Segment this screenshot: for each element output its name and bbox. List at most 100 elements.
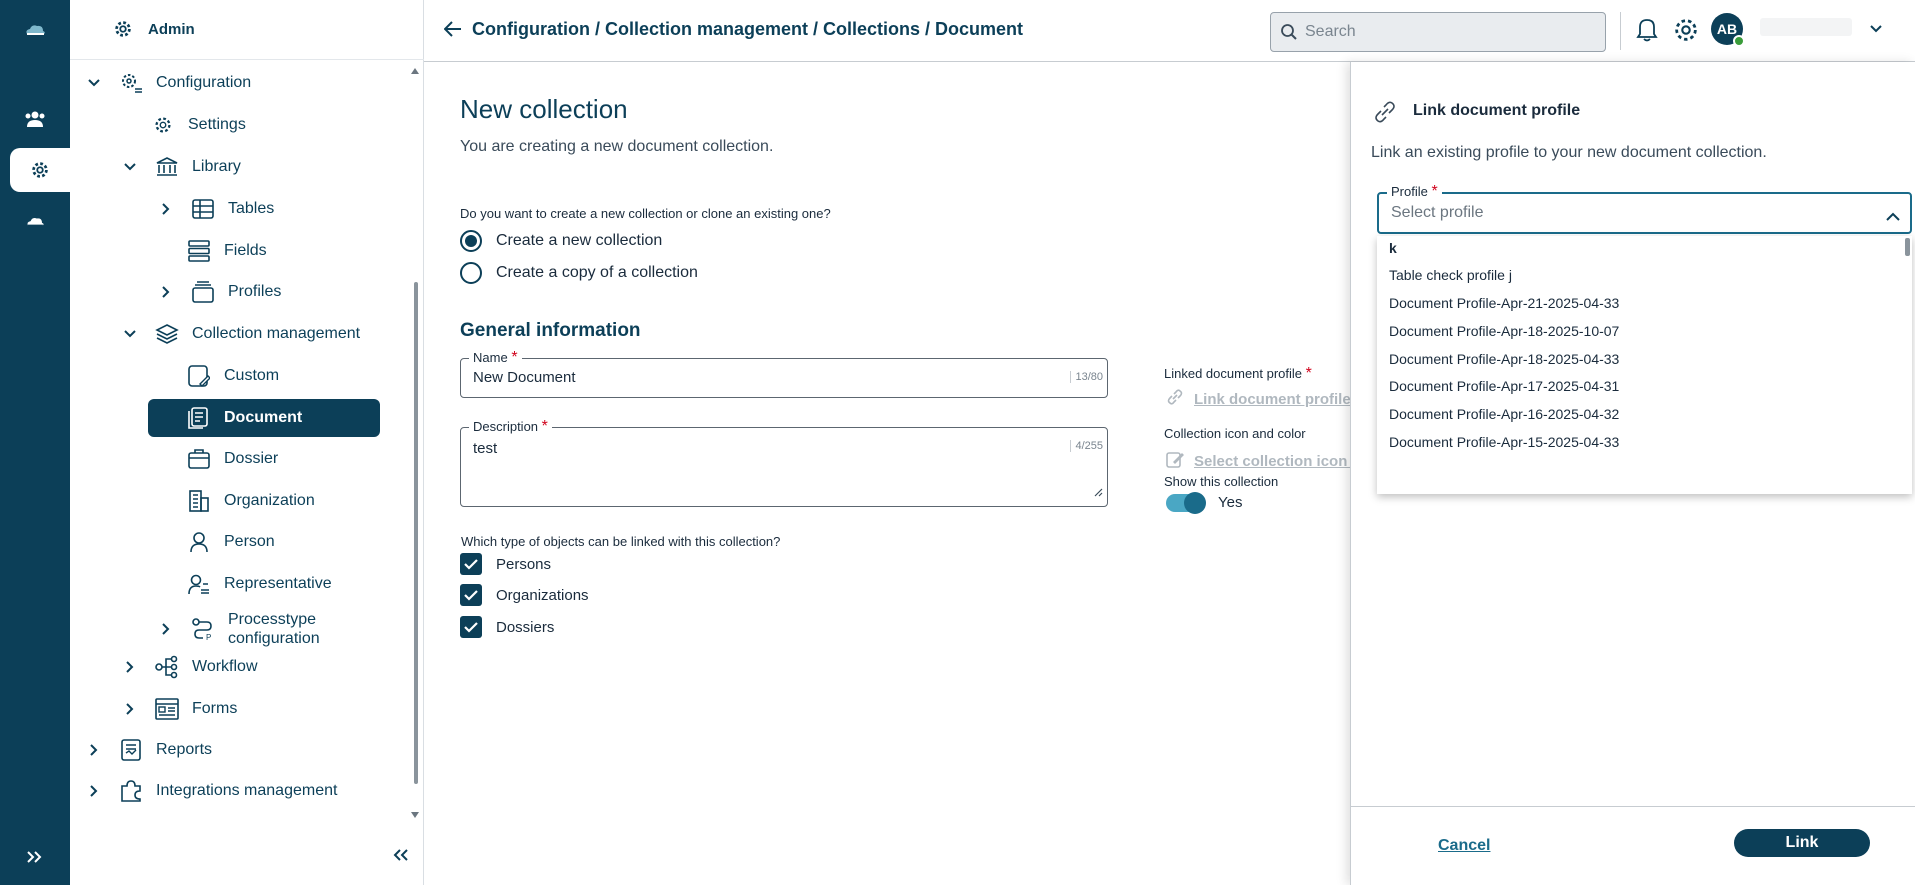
sidebar-item-fields[interactable]: Fields	[186, 236, 267, 266]
sidebar-item-reports[interactable]: Reports	[86, 735, 212, 765]
dropdown-option[interactable]: k	[1389, 240, 1397, 256]
sidebar-item-integrations[interactable]: Integrations management	[86, 776, 337, 806]
person-icon	[186, 529, 212, 555]
sidebar-item-label: Person	[224, 533, 275, 550]
chevron-down-icon[interactable]	[1870, 20, 1882, 38]
sidebar-item-settings[interactable]: Settings	[150, 110, 246, 140]
sidebar-item-label: Reports	[156, 741, 213, 758]
description-label: Description *	[469, 418, 552, 436]
description-char-count: 4/255	[1070, 440, 1103, 452]
dropdown-option[interactable]: Document Profile-Apr-16-2025-04-32	[1389, 406, 1619, 422]
sidebar-item-library[interactable]: Library	[122, 152, 241, 182]
chevron-right-icon	[158, 284, 174, 300]
sidebar-item-dossier[interactable]: Dossier	[186, 444, 278, 474]
search-input[interactable]: Search	[1270, 12, 1606, 52]
radio-create-copy[interactable]: Create a copy of a collection	[460, 262, 698, 284]
divider	[1620, 12, 1621, 50]
sidebar-item-workflow[interactable]: Workflow	[122, 652, 258, 682]
description-value: test	[473, 440, 498, 457]
show-collection-toggle[interactable]	[1166, 492, 1206, 514]
toggle-knob	[1184, 492, 1206, 514]
name-value: New Document	[473, 369, 576, 386]
cloud-logo-icon[interactable]	[0, 8, 70, 52]
sidebar-item-custom[interactable]: Custom	[186, 361, 279, 391]
linked-objects-question: Which type of objects can be linked with…	[461, 534, 781, 549]
sidebar-scrollbar[interactable]	[414, 282, 418, 784]
team-icon[interactable]	[0, 97, 70, 141]
back-arrow-icon[interactable]	[443, 21, 462, 42]
checkmark-icon	[460, 584, 482, 606]
profile-select[interactable]: Profile * Select profile	[1377, 183, 1912, 234]
edit-icon	[1166, 450, 1184, 472]
sidebar-item-processtype[interactable]: P Processtype configuration	[158, 609, 320, 649]
link-document-profile-link[interactable]: Link document profile	[1166, 388, 1351, 410]
checkbox-dossiers[interactable]: Dossiers	[460, 616, 554, 638]
sidebar-item-organization[interactable]: Organization	[186, 486, 315, 516]
cloud-icon[interactable]	[0, 200, 70, 244]
dropdown-scrollbar[interactable]	[1905, 238, 1910, 256]
sidebar-item-document[interactable]: Document	[148, 399, 380, 437]
sidebar-item-label: Fields	[224, 242, 267, 259]
user-name-blurred	[1760, 18, 1852, 36]
dropdown-option[interactable]: Document Profile-Apr-18-2025-10-07	[1389, 323, 1619, 339]
avatar[interactable]: AB	[1711, 13, 1745, 47]
description-field[interactable]: Description * test 4/255	[460, 418, 1108, 507]
sidebar-item-configuration[interactable]: Configuration	[86, 68, 251, 98]
checkmark-icon	[460, 553, 482, 575]
section-title: General information	[460, 320, 641, 341]
checkbox-organizations[interactable]: Organizations	[460, 584, 589, 606]
scrollbar-up-arrow[interactable]	[411, 68, 419, 74]
dropdown-option[interactable]: Table check profile j	[1389, 267, 1512, 283]
fields-icon	[186, 238, 212, 264]
name-field[interactable]: Name * New Document 13/80	[460, 349, 1108, 398]
checkbox-label: Persons	[496, 555, 552, 573]
sidebar-item-label: Settings	[188, 116, 246, 133]
sidebar-item-label: Custom	[224, 367, 280, 384]
dropdown-option[interactable]: Document Profile-Apr-17-2025-04-31	[1389, 378, 1619, 394]
scrollbar-down-arrow[interactable]	[411, 812, 419, 818]
building-icon	[186, 488, 212, 514]
checkbox-persons[interactable]: Persons	[460, 553, 551, 575]
bell-icon[interactable]	[1636, 16, 1658, 47]
link-profile-panel: Link document profile Link an existing p…	[1350, 62, 1915, 885]
radio-label: Create a new collection	[496, 232, 663, 249]
app-rail	[0, 0, 70, 885]
chevron-down-icon	[122, 326, 138, 342]
sidebar-item-label: Processtype configuration	[228, 610, 320, 648]
sidebar-item-forms[interactable]: Forms	[122, 694, 237, 724]
sidebar-item-label: Workflow	[192, 658, 258, 675]
dropdown-option[interactable]: Document Profile-Apr-18-2025-04-33	[1389, 351, 1619, 367]
select-collection-icon-link[interactable]: Select collection icon a	[1166, 450, 1356, 472]
sidebar-item-person[interactable]: Person	[186, 527, 275, 557]
page-subtitle: You are creating a new document collecti…	[460, 138, 774, 155]
forms-icon	[154, 696, 180, 722]
table-icon	[190, 196, 216, 222]
cancel-button[interactable]: Cancel	[1438, 837, 1490, 855]
sidebar-item-label: Tables	[228, 200, 275, 217]
sidebar-header: Admin	[70, 0, 424, 60]
sidebar-item-label: Configuration	[156, 74, 252, 91]
name-label: Name *	[469, 349, 522, 367]
radio-create-new[interactable]: Create a new collection	[460, 230, 662, 252]
top-bar: Configuration / Collection management / …	[424, 0, 1915, 62]
dropdown-option[interactable]: Document Profile-Apr-15-2025-04-33	[1389, 434, 1619, 450]
sidebar-item-collection-management[interactable]: Collection management	[122, 319, 360, 349]
expand-rail-icon[interactable]	[0, 835, 70, 879]
config-gear-icon	[118, 70, 144, 96]
link-button[interactable]: Link	[1734, 829, 1870, 857]
chevron-right-icon	[158, 621, 174, 637]
process-icon: P	[190, 616, 216, 642]
sidebar-item-profiles[interactable]: Profiles	[158, 277, 281, 307]
settings-gear-icon[interactable]	[1672, 16, 1700, 49]
collapse-sidebar-icon[interactable]	[392, 848, 410, 867]
sidebar-item-tables[interactable]: Tables	[158, 194, 274, 224]
show-collection-label: Show this collection	[1164, 474, 1279, 489]
resize-handle-icon[interactable]	[1093, 484, 1103, 502]
admin-sidebar: Admin Configuration Settings Library Tab…	[70, 0, 424, 885]
dropdown-option[interactable]: Document Profile-Apr-21-2025-04-33	[1389, 295, 1619, 311]
profile-dropdown-list[interactable]: k Table check profile j Document Profile…	[1377, 236, 1912, 494]
admin-header[interactable]: Admin	[110, 14, 195, 44]
sidebar-item-representative[interactable]: Representative	[186, 569, 332, 599]
gear-icon	[110, 16, 136, 42]
gear-icon[interactable]	[10, 148, 70, 192]
